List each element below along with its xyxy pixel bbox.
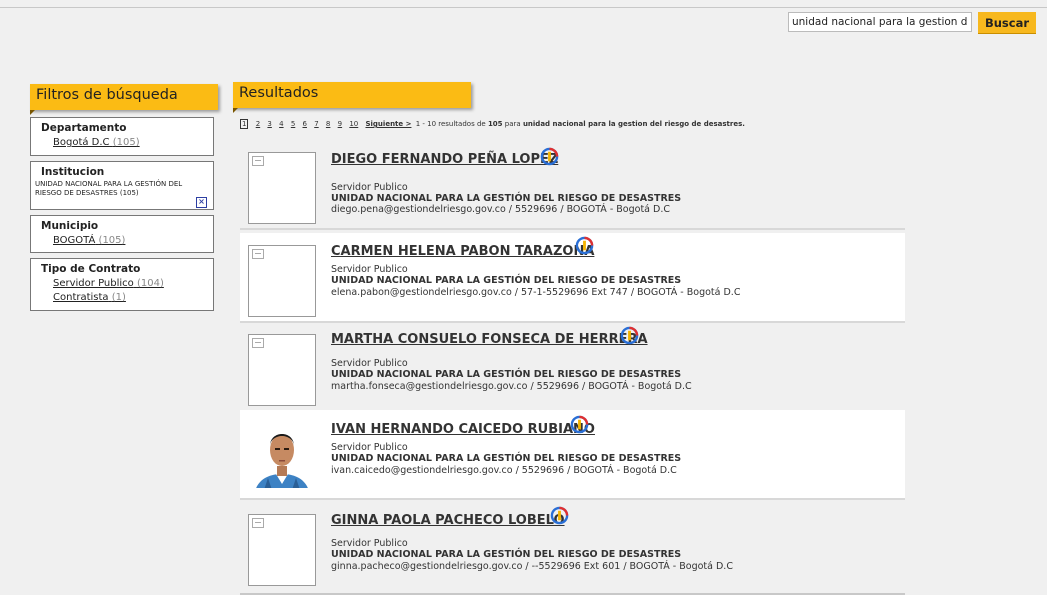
profile-photo (248, 416, 316, 488)
page-link-9[interactable]: 9 (338, 120, 342, 128)
result-contact: ivan.caicedo@gestiondelriesgo.gov.co / 5… (331, 465, 677, 476)
tab-notch (233, 108, 238, 113)
tab-notch (30, 110, 35, 115)
result-org: UNIDAD NACIONAL PARA LA GESTIÓN DEL RIES… (331, 453, 682, 464)
gov-logo-icon (540, 147, 559, 166)
result-card: GINNA PAOLA PACHECO LOBELO Servidor Publ… (240, 500, 905, 595)
page-link-3[interactable]: 3 (267, 120, 271, 128)
result-role: Servidor Publico (331, 442, 408, 453)
facet-link-label: Bogotá D.C (53, 137, 110, 148)
page-link-5[interactable]: 5 (291, 120, 295, 128)
facet-title-departamento: Departamento (41, 122, 127, 134)
search-button[interactable]: Buscar (978, 12, 1036, 34)
facet-selected-institucion: UNIDAD NACIONAL PARA LA GESTIÓN DEL RIES… (35, 180, 183, 197)
broken-image-icon (252, 518, 264, 528)
result-contact: diego.pena@gestiondelriesgo.gov.co / 552… (331, 204, 670, 215)
result-name: IVAN HERNANDO CAICEDO RUBIANO (331, 422, 595, 437)
results-total: 105 (487, 120, 503, 128)
photo-placeholder (248, 514, 316, 586)
result-org: UNIDAD NACIONAL PARA LA GESTIÓN DEL RIES… (331, 275, 682, 286)
remove-filter-icon[interactable]: × (196, 197, 207, 208)
gov-logo-icon (570, 415, 589, 434)
page-link-10[interactable]: 10 (349, 120, 358, 128)
facet-title-tipo-contrato: Tipo de Contrato (41, 263, 141, 275)
result-name: DIEGO FERNANDO PEÑA LOPEZ (331, 152, 559, 167)
facet-link-contratista[interactable]: Contratista (1) (53, 291, 213, 305)
result-role: Servidor Publico (331, 264, 408, 275)
photo-placeholder (248, 152, 316, 224)
facet-link-bogota-dc[interactable]: Bogotá D.C (105) (53, 136, 213, 150)
result-name: CARMEN HELENA PABON TARAZONA (331, 244, 595, 259)
results-title: Resultados (239, 85, 319, 101)
result-card: DIEGO FERNANDO PEÑA LOPEZ Servidor Publi… (240, 140, 905, 230)
page-link-2[interactable]: 2 (256, 120, 260, 128)
result-contact: ginna.pacheco@gestiondelriesgo.gov.co / … (331, 561, 733, 572)
gov-logo-icon (620, 326, 639, 345)
result-name: GINNA PAOLA PACHECO LOBELO (331, 513, 565, 528)
search-input[interactable] (788, 12, 972, 32)
result-name-link[interactable]: GINNA PAOLA PACHECO LOBELO (331, 513, 565, 528)
results-para: para (504, 120, 521, 128)
facet-title-municipio: Municipio (41, 220, 99, 232)
results-query: unidad nacional para la gestion del ries… (522, 120, 745, 128)
facet-link-label: BOGOTÁ (53, 235, 96, 246)
gov-logo-icon (550, 506, 569, 525)
page-link-7[interactable]: 7 (314, 120, 318, 128)
facet-title-institucion: Institucion (41, 166, 105, 178)
result-contact: martha.fonseca@gestiondelriesgo.gov.co /… (331, 381, 692, 392)
facet-departamento: Departamento Bogotá D.C (105) (30, 117, 214, 156)
result-role: Servidor Publico (331, 538, 408, 549)
pagination: 1 2 3 4 5 6 7 8 9 10 Siguiente > 1 - 10 … (240, 119, 745, 129)
page-link-4[interactable]: 4 (279, 120, 283, 128)
result-name: MARTHA CONSUELO FONSECA DE HERRERA (331, 332, 648, 347)
page-link-8[interactable]: 8 (326, 120, 330, 128)
facet-municipio: Municipio BOGOTÁ (105) (30, 215, 214, 253)
facet-count: (1) (111, 292, 126, 303)
broken-image-icon (252, 249, 264, 259)
result-org: UNIDAD NACIONAL PARA LA GESTIÓN DEL RIES… (331, 369, 682, 380)
facet-count: (105) (98, 235, 126, 246)
facet-count: (105) (112, 137, 140, 148)
facet-tipo-contrato: Tipo de Contrato Servidor Publico (104) … (30, 258, 214, 311)
photo-placeholder (248, 334, 316, 406)
facet-institucion: Institucion UNIDAD NACIONAL PARA LA GEST… (30, 161, 214, 210)
results-range: 1 - 10 resultados de (415, 120, 486, 128)
facet-count: (104) (136, 278, 164, 289)
person-photo-icon (248, 416, 316, 488)
broken-image-icon (252, 156, 264, 166)
photo-placeholder (248, 245, 316, 317)
result-card: IVAN HERNANDO CAICEDO RUBIANO Servidor P… (240, 410, 905, 500)
result-org: UNIDAD NACIONAL PARA LA GESTIÓN DEL RIES… (331, 549, 682, 560)
next-page-link[interactable]: Siguiente > (365, 120, 411, 128)
facet-link-label: Servidor Publico (53, 278, 134, 289)
results-header: Resultados (233, 82, 471, 113)
result-name-link[interactable]: DIEGO FERNANDO PEÑA LOPEZ (331, 152, 558, 167)
page-link-6[interactable]: 6 (303, 120, 307, 128)
result-name-link[interactable]: IVAN HERNANDO CAICEDO RUBIANO (331, 422, 595, 437)
result-contact: elena.pabon@gestiondelriesgo.gov.co / 57… (331, 287, 741, 298)
result-role: Servidor Publico (331, 182, 408, 193)
facet-link-label: Contratista (53, 292, 109, 303)
broken-image-icon (252, 338, 264, 348)
filters-header: Filtros de búsqueda (30, 84, 218, 115)
result-name-link[interactable]: MARTHA CONSUELO FONSECA DE HERRERA (331, 332, 648, 347)
result-org: UNIDAD NACIONAL PARA LA GESTIÓN DEL RIES… (331, 193, 682, 204)
filters-title: Filtros de búsqueda (36, 87, 178, 103)
top-divider (0, 7, 1047, 8)
page-link-1[interactable]: 1 (240, 119, 249, 129)
gov-logo-icon (575, 236, 594, 255)
facet-link-servidor-publico[interactable]: Servidor Publico (104) (53, 277, 213, 291)
result-card: MARTHA CONSUELO FONSECA DE HERRERA Servi… (240, 326, 905, 416)
result-card: CARMEN HELENA PABON TARAZONA Servidor Pu… (240, 233, 905, 323)
facet-link-bogota[interactable]: BOGOTÁ (105) (53, 234, 213, 248)
result-role: Servidor Publico (331, 358, 408, 369)
result-name-link[interactable]: CARMEN HELENA PABON TARAZONA (331, 244, 594, 259)
